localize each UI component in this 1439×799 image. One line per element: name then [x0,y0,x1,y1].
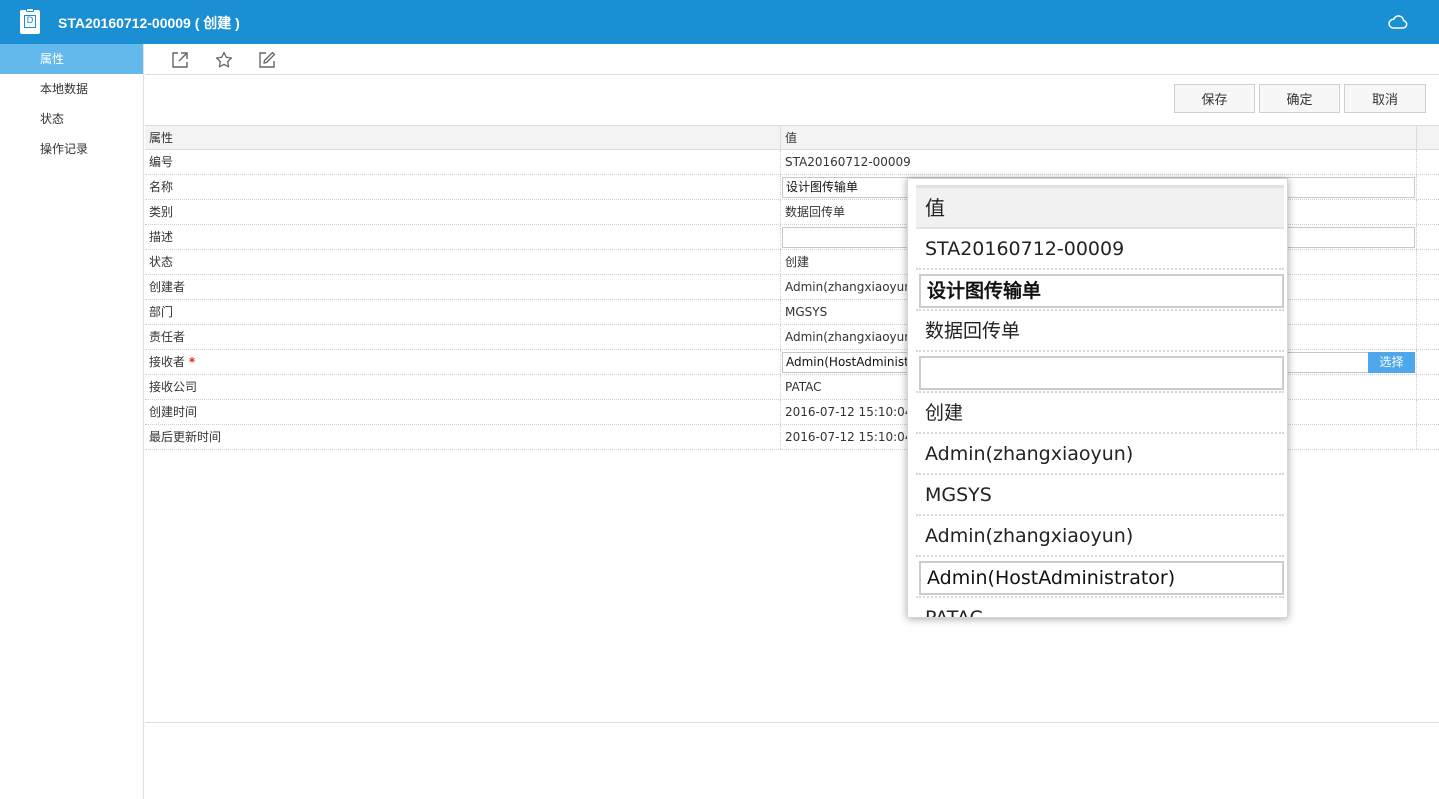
sidebar-item-label: 本地数据 [40,82,89,96]
zoom-receiver-input[interactable]: Admin(HostAdministrator) [919,561,1284,595]
open-external-icon[interactable] [170,50,190,70]
property-label: 状态 [145,250,781,274]
toolbar [145,44,1439,75]
select-receiver-button[interactable]: 选择 [1368,352,1415,373]
zoom-value: Admin(zhangxiaoyun) [916,434,1284,475]
required-mark: * [188,355,196,369]
property-label: 最后更新时间 [145,425,781,449]
sidebar-item-label: 操作记录 [40,142,89,156]
divider [145,722,1439,723]
cancel-button[interactable]: 取消 [1344,84,1426,113]
sidebar-item-label: 状态 [40,112,65,126]
zoom-value: Admin(zhangxiaoyun) [916,516,1284,557]
sidebar: 属性 本地数据 状态 操作记录 [0,44,144,799]
property-label: 编号 [145,150,781,174]
sidebar-item-properties[interactable]: 属性 [0,44,143,74]
zoom-name-input[interactable]: 设计图传输单 [919,274,1284,308]
title-bar: D STA20160712-00009 ( 创建 ) [0,0,1439,44]
save-button[interactable]: 保存 [1174,84,1255,113]
zoom-popup: 值 STA20160712-00009 设计图传输单 数据回传单 创建 Admi… [907,178,1288,618]
property-value: STA20160712-00009 [781,150,1417,174]
property-label: 部门 [145,300,781,324]
column-header-value[interactable]: 值 [781,126,1417,149]
property-label: 创建者 [145,275,781,299]
sidebar-item-local-data[interactable]: 本地数据 [0,74,143,104]
cloud-icon[interactable] [1387,11,1409,33]
grid-header: 属性 值 [145,125,1439,150]
confirm-button[interactable]: 确定 [1259,84,1340,113]
zoom-value: 创建 [916,393,1284,434]
property-label: 接收公司 [145,375,781,399]
property-label: 责任者 [145,325,781,349]
table-row: 编号 STA20160712-00009 [145,150,1439,175]
property-label: 接收者 [149,355,186,369]
zoom-description-input[interactable] [919,356,1284,390]
action-buttons: 保存 确定 取消 [1174,84,1426,113]
column-header-property[interactable]: 属性 [145,126,781,149]
property-label: 描述 [145,225,781,249]
document-icon-letter: D [24,15,36,28]
sidebar-item-status[interactable]: 状态 [0,104,143,134]
zoom-value: PATAC [916,598,1284,617]
zoom-column-header: 值 [916,185,1284,229]
zoom-value: 数据回传单 [916,311,1284,352]
window-title: STA20160712-00009 ( 创建 ) [58,15,240,31]
property-label: 创建时间 [145,400,781,424]
sidebar-item-operation-log[interactable]: 操作记录 [0,134,143,164]
property-label: 类别 [145,200,781,224]
zoom-value: STA20160712-00009 [916,229,1284,270]
star-icon[interactable] [214,50,234,70]
document-icon: D [20,8,40,34]
sidebar-item-label: 属性 [40,52,65,66]
edit-icon[interactable] [257,50,277,70]
property-label: 名称 [145,175,781,199]
zoom-value: MGSYS [916,475,1284,516]
